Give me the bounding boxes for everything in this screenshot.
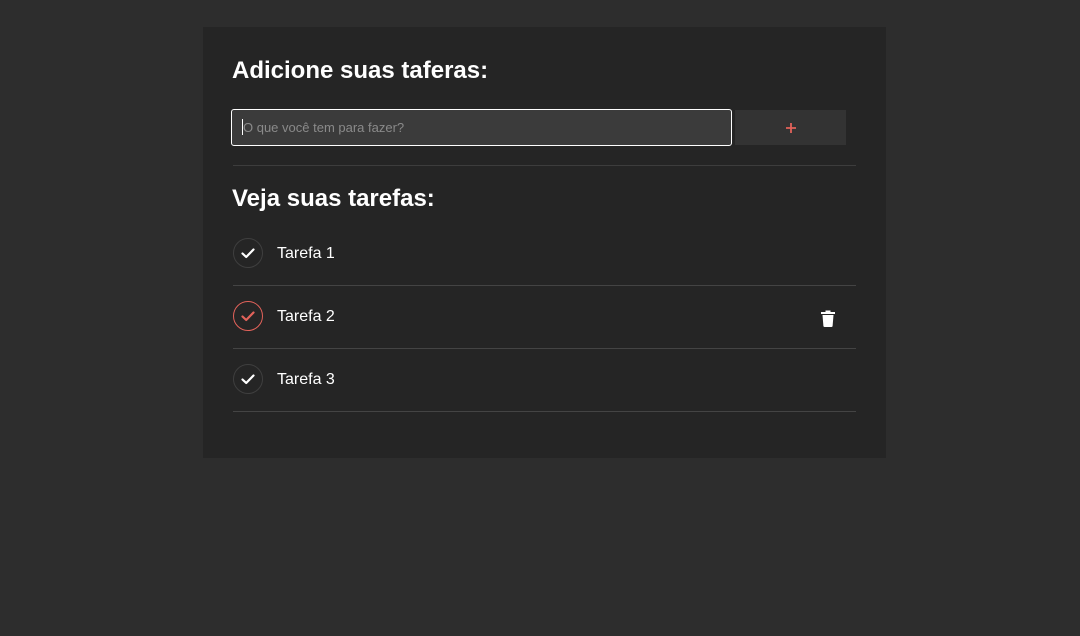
task-label: Tarefa 1: [277, 245, 335, 262]
task-item: Tarefa 3: [233, 349, 856, 412]
check-icon: [241, 247, 255, 258]
add-tasks-heading: Adicione suas taferas:: [232, 57, 489, 84]
add-task-button[interactable]: [735, 110, 846, 145]
task-item: Tarefa 1: [233, 223, 856, 286]
task-list-heading: Veja suas tarefas:: [232, 185, 435, 212]
section-divider: [233, 165, 856, 166]
task-label: Tarefa 3: [277, 371, 335, 388]
check-icon: [241, 310, 255, 321]
todo-card: Adicione suas taferas: Veja suas tarefas…: [203, 27, 886, 458]
complete-task-button[interactable]: [233, 364, 263, 394]
delete-task-button[interactable]: [820, 309, 836, 327]
task-item: Tarefa 2: [233, 286, 856, 349]
complete-task-button[interactable]: [233, 238, 263, 268]
task-list: Tarefa 1 Tarefa 2 Tarefa 3: [233, 223, 856, 412]
check-icon: [241, 373, 255, 384]
trash-icon: [821, 310, 835, 327]
text-caret: [242, 119, 243, 135]
task-input[interactable]: [231, 109, 732, 146]
plus-icon: [785, 122, 796, 133]
add-task-form: [231, 109, 847, 146]
complete-task-button[interactable]: [233, 301, 263, 331]
task-label: Tarefa 2: [277, 308, 335, 325]
